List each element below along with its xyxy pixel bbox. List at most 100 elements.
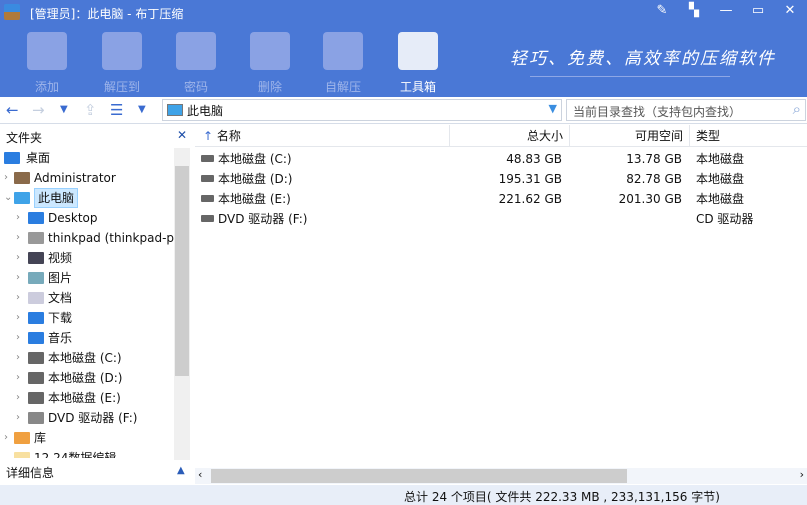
tree-item-label: Administrator bbox=[34, 171, 116, 185]
extract-button[interactable]: 解压到 bbox=[92, 32, 152, 95]
maximize-icon[interactable]: ▭ bbox=[749, 3, 767, 18]
address-dropdown-icon[interactable]: ▼ bbox=[549, 102, 557, 115]
tree-item[interactable]: › DVD 驱动器 (F:) bbox=[0, 408, 174, 428]
expand-chevron-icon[interactable]: › bbox=[16, 308, 20, 328]
edit-icon[interactable]: ✎ bbox=[653, 3, 671, 18]
folder-icon bbox=[4, 152, 20, 164]
sort-ascending-icon: ↑ bbox=[203, 129, 217, 143]
delete-button[interactable]: 删除 bbox=[240, 32, 300, 95]
cell-size: 48.83 GB bbox=[506, 152, 562, 166]
table-row[interactable]: 本地磁盘 (C:) 48.83 GB 13.78 GB 本地磁盘 bbox=[195, 149, 807, 169]
folder-icon bbox=[14, 452, 30, 458]
skin-icon[interactable]: ▚ bbox=[685, 3, 703, 18]
table-row[interactable]: 本地磁盘 (D:) 195.31 GB 82.78 GB 本地磁盘 bbox=[195, 169, 807, 189]
folder-icon bbox=[28, 272, 44, 284]
tree-item[interactable]: › 本地磁盘 (E:) bbox=[0, 388, 174, 408]
expand-chevron-icon[interactable]: › bbox=[4, 168, 8, 188]
up-folder-icon[interactable]: ⇪ bbox=[84, 101, 97, 119]
search-input[interactable]: 当前目录查找（支持包内查找） ⌕ bbox=[566, 99, 806, 121]
expand-chevron-icon[interactable]: › bbox=[16, 248, 20, 268]
folder-icon bbox=[28, 312, 44, 324]
expand-chevron-icon[interactable]: › bbox=[16, 388, 20, 408]
tree-item-label: thinkpad (thinkpad-pc bbox=[48, 231, 174, 245]
expand-chevron-icon[interactable]: ⌄ bbox=[4, 188, 12, 208]
close-icon[interactable]: ✕ bbox=[781, 3, 799, 18]
tree-item-label: 文档 bbox=[48, 291, 73, 305]
minimize-icon[interactable]: — bbox=[717, 3, 735, 18]
password-button[interactable]: 密码 bbox=[166, 32, 226, 95]
tree-item[interactable]: › 视频 bbox=[0, 248, 174, 268]
tree-item[interactable]: › 图片 bbox=[0, 268, 174, 288]
tree-item[interactable]: › thinkpad (thinkpad-pc bbox=[0, 228, 174, 248]
scroll-left-icon[interactable]: ‹ bbox=[198, 468, 202, 481]
self-extract-button[interactable]: 自解压 bbox=[313, 32, 373, 95]
column-name[interactable]: ↑ 名称 bbox=[195, 125, 450, 147]
expand-chevron-icon[interactable]: › bbox=[16, 228, 20, 248]
app-logo-icon bbox=[4, 4, 20, 20]
scroll-right-icon[interactable]: › bbox=[800, 468, 804, 481]
lock-icon bbox=[176, 32, 216, 70]
tree-item[interactable]: › 下载 bbox=[0, 308, 174, 328]
expand-chevron-icon[interactable]: › bbox=[16, 268, 20, 288]
history-dropdown-icon[interactable]: ▼ bbox=[60, 104, 68, 115]
expand-chevron-icon[interactable]: › bbox=[16, 348, 20, 368]
hard-drive-icon bbox=[201, 155, 214, 162]
cell-type: 本地磁盘 bbox=[696, 152, 745, 166]
column-size[interactable]: 总大小 bbox=[450, 125, 570, 147]
expand-chevron-icon[interactable]: › bbox=[16, 208, 20, 228]
column-name-label: 名称 bbox=[216, 129, 241, 143]
scrollbar-thumb[interactable] bbox=[211, 469, 627, 483]
expand-chevron-icon[interactable]: › bbox=[16, 328, 20, 348]
scrollbar-thumb[interactable] bbox=[175, 166, 189, 376]
table-row[interactable]: DVD 驱动器 (F:) CD 驱动器 bbox=[195, 209, 807, 229]
close-pane-icon[interactable]: ✕ bbox=[177, 128, 187, 142]
column-free[interactable]: 可用空间 bbox=[570, 125, 690, 147]
extract-icon bbox=[102, 32, 142, 70]
toolbox-label: 工具箱 bbox=[399, 80, 436, 94]
address-bar[interactable]: 此电脑 ▼ bbox=[162, 99, 562, 121]
extract-label: 解压到 bbox=[103, 80, 140, 94]
hard-drive-icon bbox=[201, 175, 214, 182]
expand-chevron-icon[interactable]: › bbox=[16, 408, 20, 428]
tree-item[interactable]: › Administrator bbox=[0, 168, 174, 188]
view-dropdown-icon[interactable]: ▼ bbox=[138, 104, 146, 115]
title-toolbar-area: [管理员]：此电脑 - 布丁压缩 ✎ ▚ — ▭ ✕ 添加 解压到 密码 删除 … bbox=[0, 0, 807, 97]
cell-type: CD 驱动器 bbox=[696, 212, 754, 226]
back-icon[interactable]: ← bbox=[6, 101, 19, 119]
cell-name: 本地磁盘 (E:) bbox=[218, 192, 291, 206]
forward-icon[interactable]: → bbox=[32, 101, 45, 119]
tree-item[interactable]: › 库 bbox=[0, 428, 174, 448]
folder-icon bbox=[28, 352, 44, 364]
expand-chevron-icon[interactable]: › bbox=[4, 428, 8, 448]
tree-item[interactable]: › Desktop bbox=[0, 208, 174, 228]
tree-scrollbar[interactable] bbox=[174, 148, 190, 460]
column-type[interactable]: 类型 bbox=[690, 125, 807, 147]
horizontal-scrollbar[interactable]: ‹ › bbox=[195, 468, 807, 484]
tree-item[interactable]: › 文档 bbox=[0, 288, 174, 308]
tree-item-label: 下载 bbox=[48, 311, 73, 325]
tree-item-label: 12.24数据编辑 bbox=[34, 451, 117, 458]
tree-item[interactable]: › 音乐 bbox=[0, 328, 174, 348]
password-label: 密码 bbox=[183, 80, 208, 94]
tree-item[interactable]: 桌面 bbox=[0, 148, 174, 168]
view-list-icon[interactable]: ☰ bbox=[110, 101, 123, 119]
toolbox-button[interactable]: 工具箱 bbox=[388, 32, 448, 95]
navigation-bar: ← → ▼ ⇪ ☰ ▼ 此电脑 ▼ 当前目录查找（支持包内查找） ⌕ bbox=[0, 97, 807, 124]
tree-item-label: 桌面 bbox=[26, 151, 51, 165]
tree-item[interactable]: ⌄ 此电脑 bbox=[0, 188, 174, 208]
expand-chevron-icon[interactable]: › bbox=[16, 288, 20, 308]
dvd-drive-icon bbox=[201, 215, 214, 222]
expand-chevron-icon[interactable]: › bbox=[16, 368, 20, 388]
tree-item-label: 库 bbox=[34, 431, 47, 445]
tree-item[interactable]: › 本地磁盘 (C:) bbox=[0, 348, 174, 368]
search-icon[interactable]: ⌕ bbox=[793, 100, 801, 118]
tree-item[interactable]: 12.24数据编辑 bbox=[0, 448, 174, 458]
table-row[interactable]: 本地磁盘 (E:) 221.62 GB 201.30 GB 本地磁盘 bbox=[195, 189, 807, 209]
tree-item[interactable]: › 本地磁盘 (D:) bbox=[0, 368, 174, 388]
tree-item-label: 本地磁盘 (C:) bbox=[48, 351, 122, 365]
folder-icon bbox=[28, 212, 44, 224]
expand-details-icon[interactable]: ▲ bbox=[177, 465, 185, 476]
add-button[interactable]: 添加 bbox=[17, 32, 77, 95]
tree-item-label: DVD 驱动器 (F:) bbox=[48, 411, 138, 425]
tree-item-label: 视频 bbox=[48, 251, 73, 265]
